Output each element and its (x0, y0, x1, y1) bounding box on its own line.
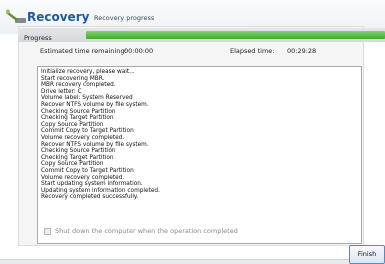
progress-label: Progress (24, 34, 52, 42)
log-line: Copy Source Partition (41, 121, 104, 128)
shutdown-checkbox[interactable] (44, 227, 51, 235)
log-line: Volume recovery completed. (41, 134, 125, 141)
shutdown-option[interactable]: Shut down the computer when the operatio… (44, 227, 238, 235)
footer-bar (0, 259, 385, 264)
log-line: Checking Target Partition (41, 154, 114, 161)
remaining-time-value: 00:00:00 (124, 47, 154, 55)
progress-bar-fill (86, 31, 385, 39)
recovery-log[interactable]: Initialize recovery, please wait... Start… (37, 66, 362, 244)
log-line: Drive letter: C (41, 88, 82, 95)
log-line: Recovery completed successfully. (41, 194, 139, 201)
log-line: Volume label: System Reserved (41, 95, 133, 102)
log-line: Commit Copy to Target Partition (41, 128, 134, 135)
log-line: Recover NTFS volume by file system. (41, 141, 149, 148)
log-line: Updating system information completed. (41, 187, 160, 194)
log-line: MBR recovery completed. (41, 82, 116, 89)
recovery-wand-icon (6, 9, 26, 23)
shutdown-checkbox-label: Shut down the computer when the operatio… (55, 227, 238, 235)
log-line: Commit Copy to Target Partition (41, 167, 134, 174)
elapsed-time-value: 00:29:28 (287, 47, 317, 55)
log-line: Volume recovery completed. (41, 174, 125, 181)
progress-bar (86, 31, 385, 39)
page-title: Recovery (27, 10, 90, 24)
log-line: Start updating system information. (41, 181, 143, 188)
finish-button[interactable]: Finish (349, 245, 385, 264)
log-line: Checking Source Partition (41, 108, 116, 115)
elapsed-time-label: Elapsed time: (230, 47, 275, 55)
log-line: Copy Source Partition (41, 161, 104, 168)
page-subtitle: Recovery progress (94, 14, 155, 22)
log-line: Checking Source Partition (41, 148, 116, 155)
log-line: Initialize recovery, please wait... (41, 69, 135, 75)
log-line: Checking Target Partition (41, 115, 114, 122)
log-line: Start recovering MBR. (41, 75, 105, 82)
log-line: Recover NTFS volume by file system. (41, 101, 149, 108)
remaining-time-label: Estimated time remaining: (40, 47, 127, 55)
